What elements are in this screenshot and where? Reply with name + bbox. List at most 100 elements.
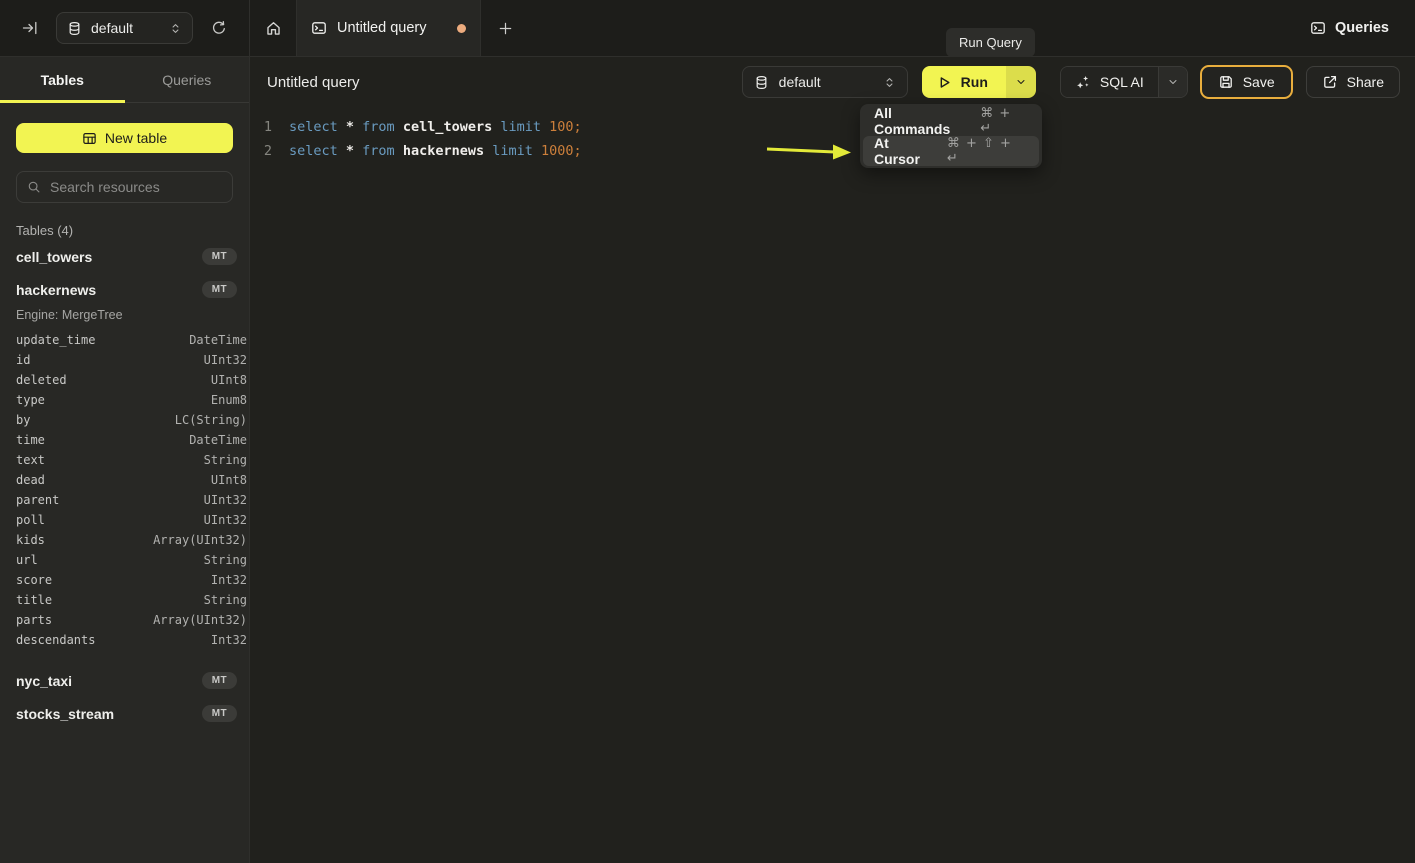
engine-badge: MT (202, 248, 237, 265)
queries-label: Queries (1335, 20, 1389, 36)
refresh-icon (211, 20, 227, 36)
editor-toolbar: Untitled query default (250, 57, 1415, 107)
home-button[interactable] (250, 0, 296, 56)
query-editor-pane: Untitled query default (250, 57, 1415, 863)
search-resources-input[interactable] (50, 179, 222, 195)
line-number: 2 (250, 139, 272, 163)
search-icon (27, 180, 41, 194)
sidebar-tab-tables[interactable]: Tables (0, 57, 125, 102)
menu-item-all-commands[interactable]: All Commands ⌘ + ↵ (863, 106, 1039, 136)
sidebar-database-selector[interactable]: default (56, 12, 193, 44)
run-options-caret[interactable] (1006, 66, 1036, 98)
sql-ai-options-caret[interactable] (1158, 67, 1187, 97)
sidebar-database-value: default (91, 20, 133, 36)
run-label: Run (961, 74, 988, 90)
run-query-tooltip: Run Query (946, 28, 1035, 57)
column-row: pollUInt32 (0, 510, 249, 530)
column-list: update_timeDateTime idUInt32 deletedUInt… (0, 328, 249, 656)
column-row: titleString (0, 590, 249, 610)
column-row: update_timeDateTime (0, 330, 249, 350)
plus-icon (498, 21, 513, 36)
new-tab-button[interactable] (481, 0, 529, 56)
share-label: Share (1347, 74, 1384, 90)
engine-detail: Engine: MergeTree (0, 306, 249, 328)
column-row: descendantsInt32 (0, 630, 249, 650)
home-icon (265, 20, 282, 37)
table-name: hackernews (16, 282, 96, 298)
refresh-button[interactable] (203, 12, 235, 44)
share-icon (1322, 74, 1338, 90)
run-button[interactable]: Run (922, 66, 1006, 98)
save-icon (1218, 74, 1234, 90)
sql-ai-split-button: SQL AI (1060, 66, 1188, 98)
column-row: urlString (0, 550, 249, 570)
tab-untitled-query[interactable]: Untitled query (296, 0, 481, 56)
save-label: Save (1243, 74, 1275, 90)
share-button[interactable]: Share (1306, 66, 1400, 98)
updown-chevron-icon (883, 76, 896, 89)
annotation-arrow (763, 139, 855, 163)
menu-item-label: At Cursor (874, 135, 938, 167)
sidebar-tab-queries[interactable]: Queries (125, 57, 250, 102)
chevron-down-icon (1167, 76, 1179, 88)
column-row: byLC(String) (0, 410, 249, 430)
chevron-down-icon (1015, 76, 1027, 88)
engine-badge: MT (202, 705, 237, 722)
run-options-menu: All Commands ⌘ + ↵ At Cursor ⌘ + ⇧ + ↵ (860, 104, 1042, 168)
tab-label: Untitled query (337, 20, 426, 36)
new-table-button[interactable]: New table (16, 123, 233, 153)
terminal-icon (1310, 20, 1326, 36)
menu-item-shortcut: ⌘ + ⇧ + ↵ (947, 136, 1028, 166)
column-row: idUInt32 (0, 350, 249, 370)
tab-strip: Untitled query (250, 0, 1310, 56)
menu-item-at-cursor[interactable]: At Cursor ⌘ + ⇧ + ↵ (863, 136, 1039, 166)
table-grid-icon (82, 131, 97, 146)
sidebar-tab-queries-label: Queries (162, 72, 211, 88)
column-row: kidsArray(UInt32) (0, 530, 249, 550)
sql-ai-button[interactable]: SQL AI (1061, 67, 1158, 97)
sql-editor[interactable]: 1 select * from cell_towers limit 100; 2… (250, 107, 1415, 863)
database-icon (67, 21, 82, 36)
column-row: deadUInt8 (0, 470, 249, 490)
sparkles-icon (1075, 74, 1091, 90)
table-row-hackernews[interactable]: hackernews MT (0, 273, 249, 306)
table-row-stocks-stream[interactable]: stocks_stream MT (0, 697, 249, 730)
database-icon (754, 75, 769, 90)
table-name: stocks_stream (16, 706, 114, 722)
column-row: textString (0, 450, 249, 470)
search-resources-box (16, 171, 233, 203)
table-name: cell_towers (16, 249, 92, 265)
top-bar: default Untitled query (0, 0, 1415, 57)
queries-button[interactable]: Queries (1310, 20, 1389, 36)
engine-badge: MT (202, 281, 237, 298)
table-row-cell-towers[interactable]: cell_towers MT (0, 240, 249, 273)
collapse-sidebar-button[interactable] (14, 12, 46, 44)
engine-badge: MT (202, 672, 237, 689)
code-text: select * from hackernews limit 1000; (272, 139, 582, 163)
table-row-nyc-taxi[interactable]: nyc_taxi MT (0, 664, 249, 697)
column-row: parentUInt32 (0, 490, 249, 510)
sql-ai-label: SQL AI (1100, 74, 1144, 90)
menu-item-shortcut: ⌘ + ↵ (980, 106, 1028, 136)
play-icon (937, 75, 952, 90)
sidebar: Tables Queries New table Tables (4) (0, 57, 250, 863)
run-split-button: Run (922, 66, 1036, 98)
column-row: timeDateTime (0, 430, 249, 450)
terminal-icon (311, 20, 327, 36)
menu-item-label: All Commands (874, 105, 971, 137)
collapse-sidebar-icon (22, 20, 38, 36)
column-row: partsArray(UInt32) (0, 610, 249, 630)
table-name: nyc_taxi (16, 673, 72, 689)
updown-chevron-icon (169, 22, 182, 35)
code-line-1: 1 select * from cell_towers limit 100; (250, 115, 1415, 139)
editor-database-selector[interactable]: default (742, 66, 908, 98)
code-text: select * from cell_towers limit 100; (272, 115, 582, 139)
editor-database-value: default (779, 74, 821, 90)
column-row: deletedUInt8 (0, 370, 249, 390)
unsaved-indicator-dot (457, 24, 466, 33)
sidebar-tab-tables-label: Tables (41, 72, 84, 88)
column-row: typeEnum8 (0, 390, 249, 410)
save-button[interactable]: Save (1200, 65, 1293, 99)
line-number: 1 (250, 115, 272, 139)
new-table-label: New table (105, 130, 167, 146)
